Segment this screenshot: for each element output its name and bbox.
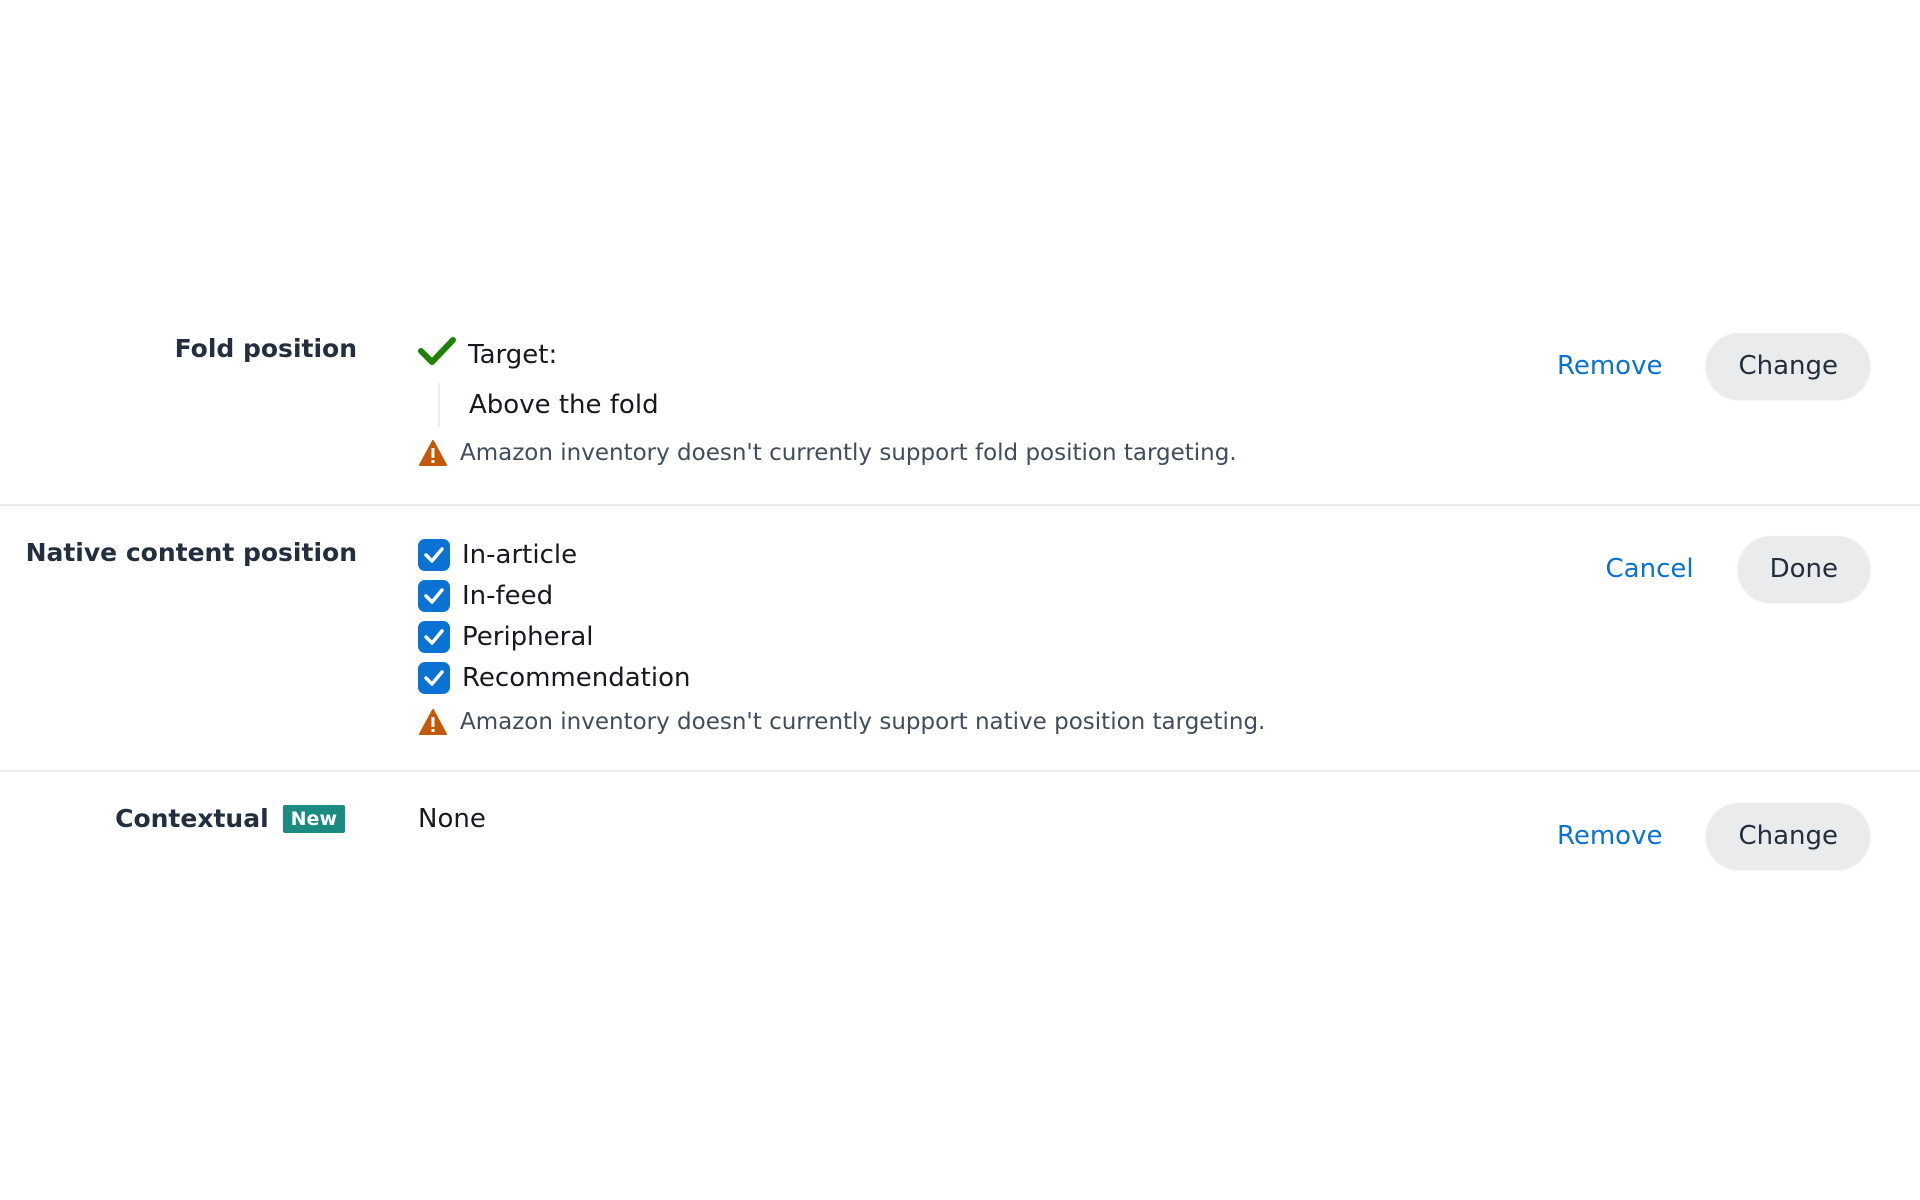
checkbox-recommendation[interactable]: Recommendation — [418, 661, 1265, 694]
contextual-content: None — [418, 804, 486, 834]
native-warning: Amazon inventory doesn't currently suppo… — [418, 708, 1265, 736]
cancel-button[interactable]: Cancel — [1606, 554, 1694, 584]
target-line: Target: — [418, 336, 1237, 373]
divider — [0, 770, 1920, 772]
change-button[interactable]: Change — [1706, 803, 1870, 869]
target-label: Target: — [468, 339, 558, 370]
native-content-position-label: Native content position — [25, 538, 357, 567]
warning-triangle-icon — [418, 439, 448, 467]
contextual-actions: Remove Change — [1557, 803, 1870, 869]
contextual-label: Contextual New — [115, 804, 345, 833]
checkbox-checked-icon[interactable] — [418, 538, 450, 571]
fold-warning: Amazon inventory doesn't currently suppo… — [418, 439, 1237, 467]
new-badge: New — [282, 804, 345, 833]
done-button[interactable]: Done — [1737, 536, 1870, 602]
divider — [0, 504, 1920, 506]
native-content-position-content: In-article In-feed Peripheral Recommenda… — [418, 538, 1265, 736]
remove-button[interactable]: Remove — [1557, 351, 1663, 381]
checkbox-in-feed[interactable]: In-feed — [418, 579, 1265, 612]
native-position-checklist: In-article In-feed Peripheral Recommenda… — [418, 538, 1265, 694]
change-button[interactable]: Change — [1706, 333, 1870, 399]
remove-button[interactable]: Remove — [1557, 821, 1663, 851]
fold-position-label: Fold position — [174, 334, 357, 363]
fold-warning-text: Amazon inventory doesn't currently suppo… — [460, 440, 1237, 466]
checkbox-peripheral[interactable]: Peripheral — [418, 620, 1265, 653]
targeting-page: Fold position Target: Above the fold Ama… — [0, 0, 1920, 1200]
checkbox-checked-icon[interactable] — [418, 620, 450, 653]
target-value: Above the fold — [438, 383, 1237, 427]
native-position-actions: Cancel Done — [1606, 536, 1870, 602]
native-warning-text: Amazon inventory doesn't currently suppo… — [460, 709, 1266, 735]
checkbox-checked-icon[interactable] — [418, 579, 450, 612]
contextual-value: None — [418, 804, 486, 834]
fold-position-content: Target: Above the fold Amazon inventory … — [418, 336, 1237, 467]
check-icon — [418, 336, 456, 373]
fold-position-actions: Remove Change — [1557, 333, 1870, 399]
checkbox-checked-icon[interactable] — [418, 661, 450, 694]
checkbox-in-article[interactable]: In-article — [418, 538, 1265, 571]
warning-triangle-icon — [418, 708, 448, 736]
